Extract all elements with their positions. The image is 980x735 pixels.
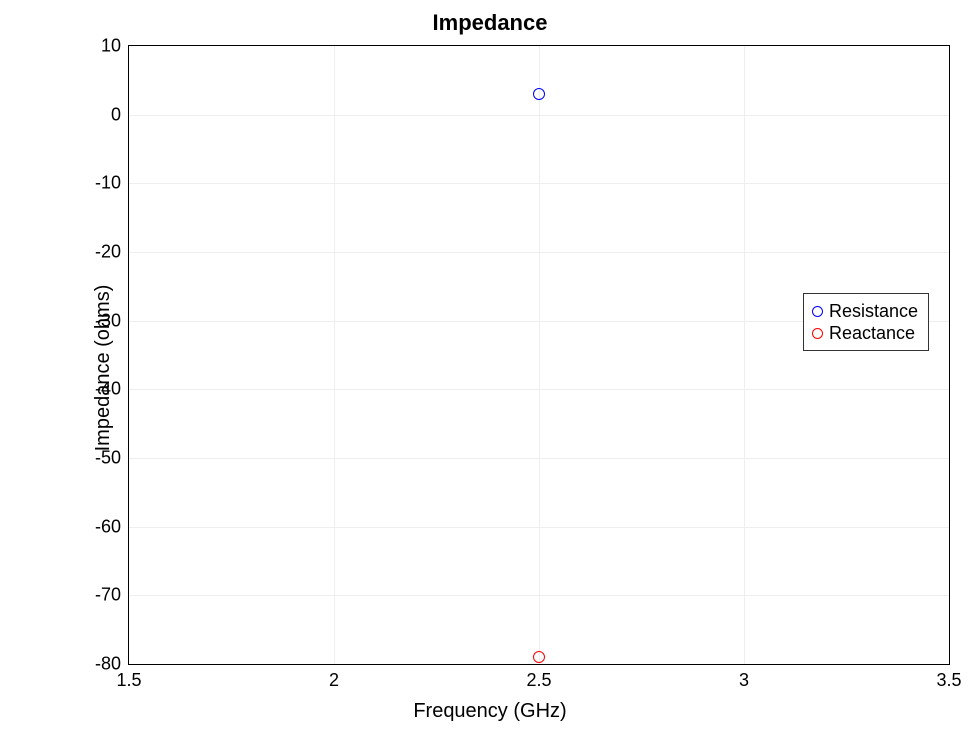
- legend-item: Reactance: [812, 322, 918, 344]
- y-tick-label: 0: [111, 104, 121, 125]
- x-tick-label: 3: [739, 670, 749, 691]
- legend-marker-icon: [812, 306, 823, 317]
- y-tick-label: -70: [95, 585, 121, 606]
- x-tick-label: 2: [329, 670, 339, 691]
- y-axis-label: Impedance (ohms): [92, 284, 115, 451]
- gridline-vertical: [744, 46, 745, 664]
- chart-figure: Impedance Impedance (ohms) Frequency (GH…: [0, 0, 980, 735]
- gridline-horizontal: [129, 183, 949, 184]
- data-marker-reactance: [533, 651, 545, 663]
- y-tick-label: -30: [95, 310, 121, 331]
- y-tick-label: -40: [95, 379, 121, 400]
- gridline-vertical: [539, 46, 540, 664]
- gridline-horizontal: [129, 527, 949, 528]
- legend-item: Resistance: [812, 300, 918, 322]
- gridline-horizontal: [129, 458, 949, 459]
- gridline-vertical: [334, 46, 335, 664]
- legend: ResistanceReactance: [803, 293, 929, 351]
- y-tick-label: -80: [95, 654, 121, 675]
- legend-label: Reactance: [829, 322, 915, 344]
- x-axis-label: Frequency (GHz): [0, 700, 980, 723]
- gridline-horizontal: [129, 252, 949, 253]
- y-tick-label: -60: [95, 516, 121, 537]
- plot-area: 1.522.533.5-80-70-60-50-40-30-20-10010Re…: [128, 45, 950, 665]
- data-marker-resistance: [533, 88, 545, 100]
- y-tick-label: -50: [95, 448, 121, 469]
- y-tick-label: 10: [101, 36, 121, 57]
- y-tick-label: -20: [95, 242, 121, 263]
- chart-title: Impedance: [0, 10, 980, 36]
- legend-marker-icon: [812, 328, 823, 339]
- gridline-horizontal: [129, 595, 949, 596]
- legend-label: Resistance: [829, 300, 918, 322]
- x-tick-label: 2.5: [526, 670, 551, 691]
- y-tick-label: -10: [95, 173, 121, 194]
- gridline-horizontal: [129, 389, 949, 390]
- gridline-horizontal: [129, 115, 949, 116]
- x-tick-label: 3.5: [936, 670, 961, 691]
